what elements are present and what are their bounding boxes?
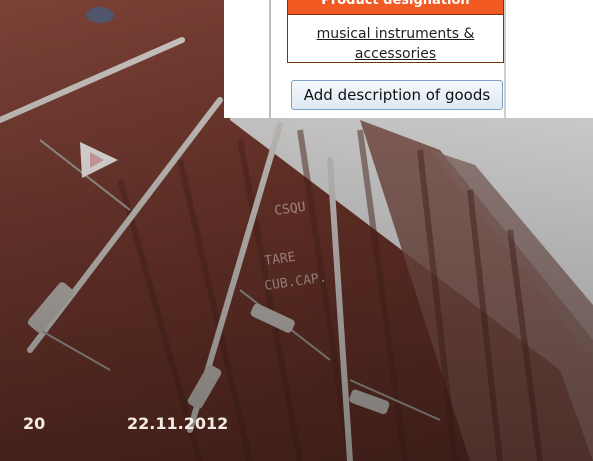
add-description-button[interactable]: Add description of goods xyxy=(291,80,503,110)
product-designation-header: Product designation xyxy=(287,0,504,15)
page-number: 20 xyxy=(23,414,46,433)
screenshot-inset: Product designation musical instruments … xyxy=(224,0,593,118)
goods-description-cell: musical instruments & accessories xyxy=(287,15,504,63)
goods-table: Product designation musical instruments … xyxy=(287,0,504,63)
inset-left-rule xyxy=(269,0,271,118)
footer-date: 22.11.2012 xyxy=(127,414,229,433)
musical-instruments-link[interactable]: musical instruments & accessories xyxy=(317,26,475,62)
inset-divider xyxy=(504,0,506,118)
